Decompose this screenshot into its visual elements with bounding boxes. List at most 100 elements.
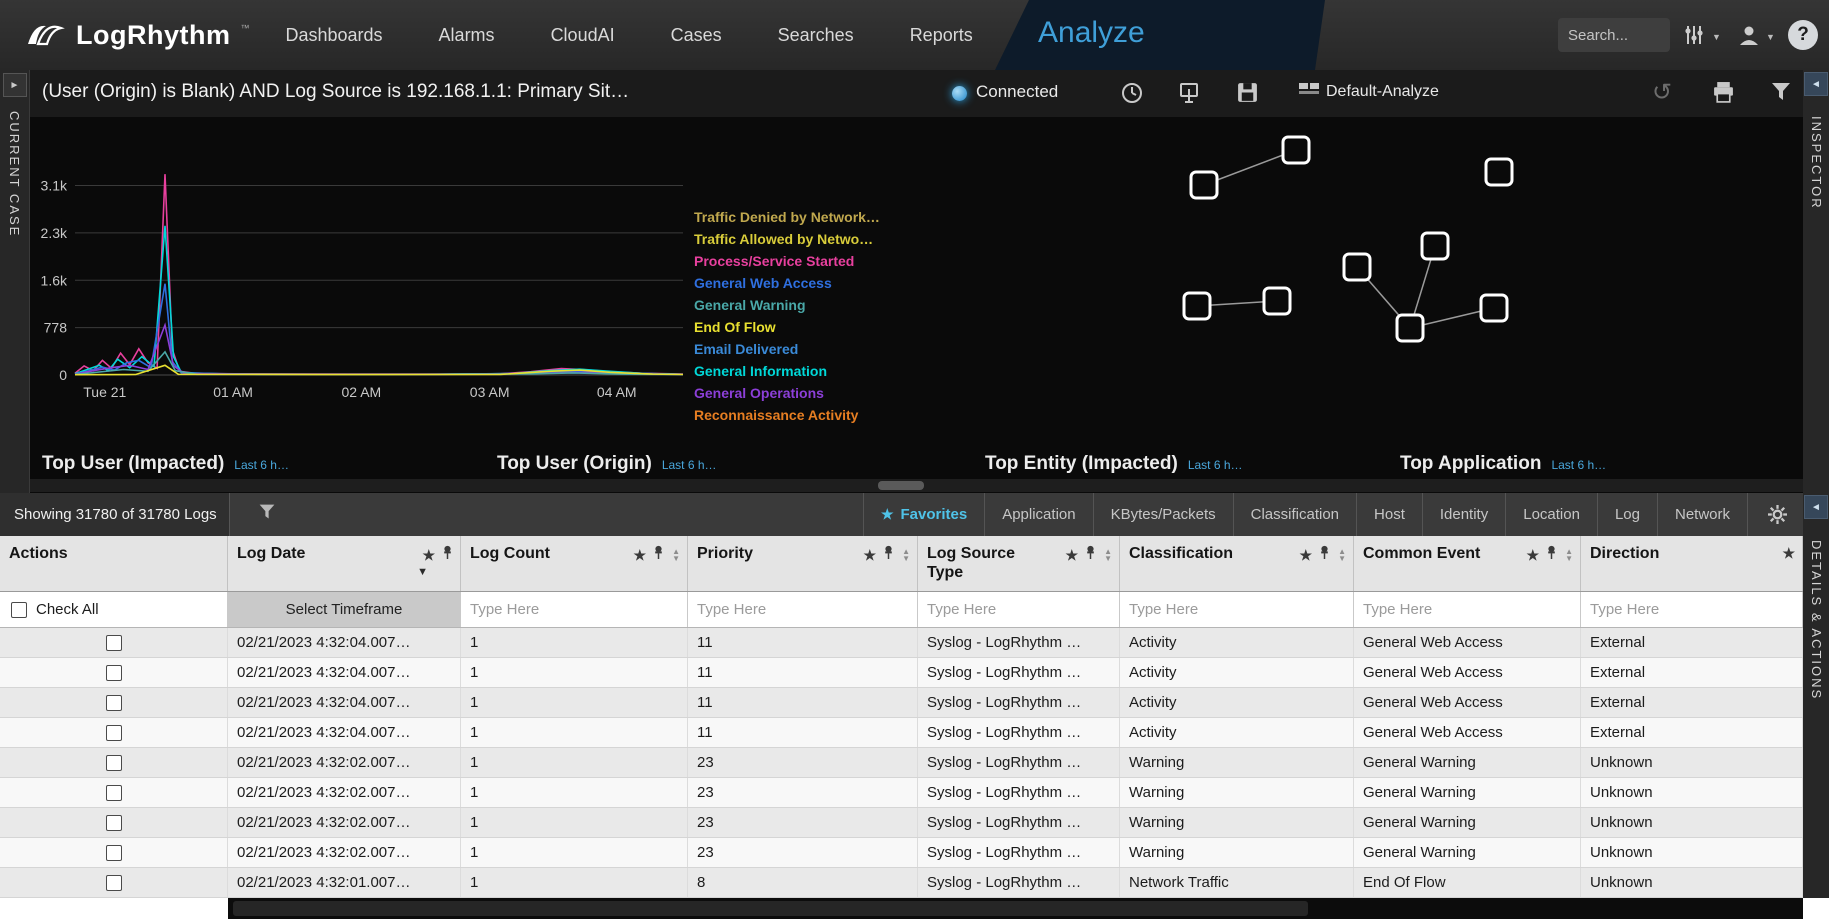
select-timeframe-button[interactable]: Select Timeframe <box>228 592 460 627</box>
column-header-classification[interactable]: Classification★▲▼ <box>1120 536 1354 591</box>
row-checkbox[interactable] <box>106 815 122 831</box>
legend-item-general-operations[interactable]: General Operations <box>694 385 880 401</box>
column-pin-icon[interactable] <box>883 545 894 565</box>
column-sort-arrows-icon[interactable]: ▲▼ <box>1565 548 1573 562</box>
legend-item-email-delivered[interactable]: Email Delivered <box>694 341 880 357</box>
column-header-common-event[interactable]: Common Event★▲▼ <box>1354 536 1581 591</box>
current-case-label[interactable]: CURRENT CASE <box>7 111 22 237</box>
widget-meta[interactable]: Last 6 h… <box>1551 458 1606 472</box>
row-checkbox[interactable] <box>106 635 122 651</box>
column-pin-icon[interactable] <box>1085 545 1096 565</box>
sort-down-icon[interactable]: ▼ <box>1338 555 1346 562</box>
legend-item-reconnaissance-activity[interactable]: Reconnaissance Activity <box>694 407 880 423</box>
tab-kbytes-packets[interactable]: KBytes/Packets <box>1093 493 1233 536</box>
filter-settings-icon[interactable] <box>1684 24 1704 51</box>
column-sort-arrows-icon[interactable]: ▲▼ <box>902 548 910 562</box>
nav-item-reports[interactable]: Reports <box>910 25 973 46</box>
filter-input-log-source-type[interactable]: Type Here <box>918 601 996 618</box>
tab-analyze-label[interactable]: Analyze <box>1038 16 1145 50</box>
table-filter-icon[interactable] <box>258 503 276 526</box>
search-input[interactable] <box>1558 18 1670 52</box>
table-row[interactable]: 02/21/2023 4:32:01.007…18Syslog - LogRhy… <box>0 868 1803 898</box>
nav-item-cases[interactable]: Cases <box>671 25 722 46</box>
legend-item-general-information[interactable]: General Information <box>694 363 880 379</box>
legend-item-traffic-denied-by-network[interactable]: Traffic Denied by Network… <box>694 209 880 225</box>
layout-name[interactable]: Default-Analyze <box>1326 83 1439 101</box>
tab-application[interactable]: Application <box>984 493 1092 536</box>
column-favorite-star-icon[interactable]: ★ <box>864 547 877 564</box>
legend-item-traffic-allowed-by-netwo[interactable]: Traffic Allowed by Netwo… <box>694 231 880 247</box>
dashboard-hscrollbar-handle[interactable] <box>878 481 924 490</box>
table-row[interactable]: 02/21/2023 4:32:04.007…111Syslog - LogRh… <box>0 688 1803 718</box>
graph-node[interactable] <box>1486 159 1512 185</box>
inspector-expand-button[interactable]: ◄ <box>1804 72 1828 96</box>
check-all-checkbox[interactable] <box>11 602 27 618</box>
column-favorite-star-icon[interactable]: ★ <box>1300 547 1313 564</box>
tab-log[interactable]: Log <box>1597 493 1657 536</box>
graph-node[interactable] <box>1191 172 1217 198</box>
column-sort-arrows-icon[interactable]: ▲▼ <box>672 548 680 562</box>
column-favorite-star-icon[interactable]: ★ <box>1066 547 1079 564</box>
graph-node[interactable] <box>1264 288 1290 314</box>
filter-input-common-event[interactable]: Type Here <box>1354 601 1432 618</box>
row-checkbox[interactable] <box>106 785 122 801</box>
column-header-log-count[interactable]: Log Count★▲▼ <box>461 536 688 591</box>
print-icon[interactable] <box>1712 81 1735 109</box>
user-icon[interactable] <box>1738 24 1760 51</box>
pin-search-icon[interactable] <box>1178 81 1200 110</box>
row-checkbox[interactable] <box>106 845 122 861</box>
tab-network[interactable]: Network <box>1657 493 1747 536</box>
column-favorite-star-icon[interactable]: ★ <box>1782 545 1795 562</box>
column-favorite-star-icon[interactable]: ★ <box>422 547 435 564</box>
table-hscrollbar-handle[interactable] <box>233 901 1308 916</box>
layout-icon[interactable] <box>1298 81 1320 104</box>
filter-input-direction[interactable]: Type Here <box>1581 601 1659 618</box>
table-row[interactable]: 02/21/2023 4:32:02.007…123Syslog - LogRh… <box>0 778 1803 808</box>
logs-trend-chart[interactable]: 07781.6k2.3k3.1kTue 2101 AM02 AM03 AM04 … <box>30 135 730 411</box>
table-settings-gear-icon[interactable] <box>1747 493 1803 536</box>
legend-item-process-service-started[interactable]: Process/Service Started <box>694 253 880 269</box>
graph-node[interactable] <box>1184 293 1210 319</box>
column-sort-arrows-icon[interactable]: ▲▼ <box>1338 548 1346 562</box>
column-header-log-source-type[interactable]: Log Source Type★▲▼ <box>918 536 1120 591</box>
table-row[interactable]: 02/21/2023 4:32:02.007…123Syslog - LogRh… <box>0 838 1803 868</box>
filter-input-log-count[interactable]: Type Here <box>461 601 539 618</box>
undo-icon[interactable]: ↺ <box>1652 78 1672 107</box>
user-caret-icon[interactable]: ▼ <box>1766 32 1775 42</box>
current-case-expand-button[interactable]: ► <box>3 73 27 97</box>
graph-node[interactable] <box>1481 295 1507 321</box>
legend-item-end-of-flow[interactable]: End Of Flow <box>694 319 880 335</box>
sort-down-icon[interactable]: ▼ <box>1565 555 1573 562</box>
row-checkbox[interactable] <box>106 875 122 891</box>
column-favorite-star-icon[interactable]: ★ <box>1527 547 1540 564</box>
column-favorite-star-icon[interactable]: ★ <box>634 547 647 564</box>
time-range-icon[interactable] <box>1120 81 1144 110</box>
graph-node[interactable] <box>1422 233 1448 259</box>
filter-icon[interactable] <box>1770 81 1792 108</box>
details-actions-expand-button[interactable]: ◄ <box>1804 495 1828 519</box>
tab-location[interactable]: Location <box>1505 493 1597 536</box>
table-row[interactable]: 02/21/2023 4:32:02.007…123Syslog - LogRh… <box>0 808 1803 838</box>
sort-down-icon[interactable]: ▼ <box>672 555 680 562</box>
brand[interactable]: LogRhythm ™ <box>0 20 249 51</box>
table-row[interactable]: 02/21/2023 4:32:04.007…111Syslog - LogRh… <box>0 628 1803 658</box>
node-graph[interactable] <box>1160 127 1590 367</box>
sort-desc-icon[interactable]: ▼ <box>417 566 428 578</box>
row-checkbox[interactable] <box>106 695 122 711</box>
legend-item-general-web-access[interactable]: General Web Access <box>694 275 880 291</box>
column-pin-icon[interactable] <box>653 545 664 565</box>
column-header-log-date[interactable]: Log Date★▼ <box>228 536 461 591</box>
column-pin-icon[interactable] <box>1546 545 1557 565</box>
nav-item-dashboards[interactable]: Dashboards <box>285 25 382 46</box>
filter-settings-caret-icon[interactable]: ▼ <box>1712 32 1721 42</box>
widget-meta[interactable]: Last 6 h… <box>234 458 289 472</box>
filter-input-priority[interactable]: Type Here <box>688 601 766 618</box>
column-pin-icon[interactable] <box>1319 545 1330 565</box>
column-header-direction[interactable]: Direction★ <box>1581 536 1803 591</box>
column-pin-icon[interactable] <box>442 545 453 565</box>
nav-item-searches[interactable]: Searches <box>778 25 854 46</box>
table-row[interactable]: 02/21/2023 4:32:02.007…123Syslog - LogRh… <box>0 748 1803 778</box>
tab-classification[interactable]: Classification <box>1233 493 1356 536</box>
column-header-actions[interactable]: Actions <box>0 536 228 591</box>
sort-down-icon[interactable]: ▼ <box>1104 555 1112 562</box>
